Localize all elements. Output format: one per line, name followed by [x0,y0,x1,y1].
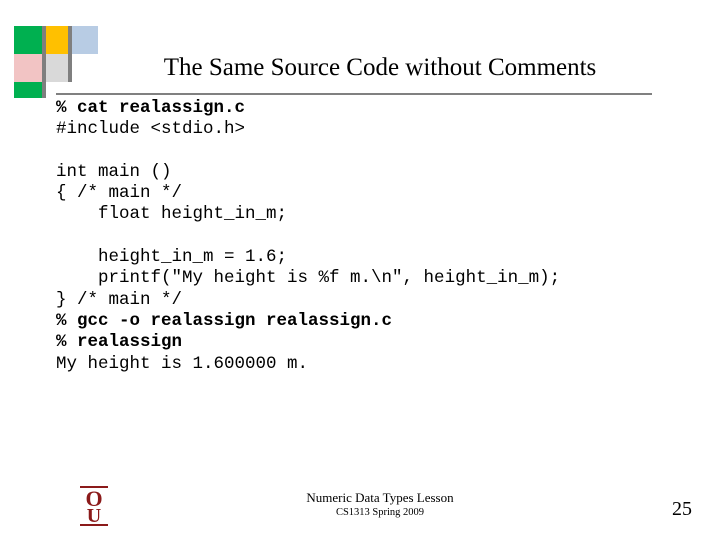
deco-block-blue [70,26,98,54]
deco-block-green-top [14,26,42,54]
code-line: float height_in_m; [56,204,288,225]
deco-divider-vertical-1 [42,26,46,98]
ou-logo: O U [72,484,116,528]
footer-lesson: Numeric Data Types Lesson [306,490,454,505]
code-line: % cat realassign.c [56,98,246,118]
code-line: { /* main */ [56,183,183,204]
svg-text:U: U [87,505,101,527]
deco-block-pink [14,54,42,82]
slide-title: The Same Source Code without Comments [163,54,597,81]
code-line: % gcc -o realassign realassign.c [56,310,393,331]
deco-block-yellow [42,26,70,54]
decorative-corner-blocks [0,0,120,104]
code-line: int main () [56,161,172,182]
footer-course: CS1313 Spring 2009 [335,507,425,518]
page-number: 25 [672,498,692,520]
code-line: } /* main */ [56,289,183,310]
code-line: printf("My height is %f m.\n", height_in… [56,268,561,289]
title-underline-rule [56,93,652,95]
code-line: % realassign [56,332,183,353]
deco-block-green-bottom [14,82,42,98]
code-line: #include <stdio.h> [56,119,246,140]
code-line: height_in_m = 1.6; [56,247,288,268]
code-block: % cat realassign.c #include <stdio.h> int… [56,98,696,375]
slide-footer: Numeric Data Types Lesson CS1313 Spring … [230,490,530,519]
code-line: My height is 1.600000 m. [56,353,309,374]
